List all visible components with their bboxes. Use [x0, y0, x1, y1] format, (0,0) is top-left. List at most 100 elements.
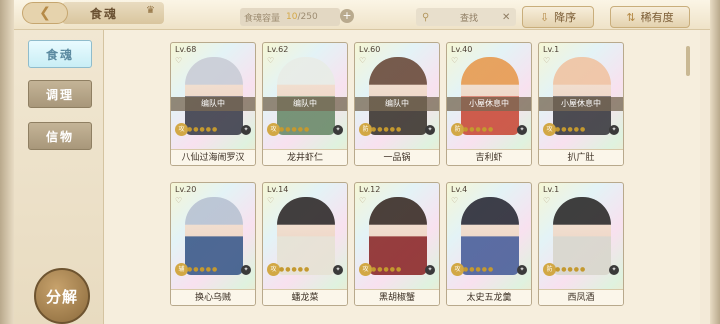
weapon-icon: ✦ — [609, 125, 619, 135]
star-rating: ●●●●● — [555, 126, 587, 133]
card-status: 小屋休息中 — [539, 97, 623, 111]
sidebar-item-label: 食魂 — [45, 47, 74, 62]
food-soul-card[interactable]: Lv.20 ♡ 辅 ●●●●● ✦ 换心乌贼 — [170, 182, 256, 306]
card-level: Lv.60 — [359, 45, 381, 54]
food-soul-card[interactable]: Lv.68 ♡ 编队中 攻 ●●●●● ✦ 八仙过海闹罗汉 — [170, 42, 256, 166]
weapon-icon: ✦ — [425, 125, 435, 135]
food-soul-card[interactable]: Lv.1 ♡ 小屋休息中 攻 ●●●●● ✦ 扒广肚 — [538, 42, 624, 166]
character-portrait — [553, 57, 611, 135]
character-portrait — [461, 197, 519, 275]
search-icon: ⚲ — [422, 11, 430, 23]
weapon-icon: ✦ — [609, 265, 619, 275]
heart-icon: ♡ — [175, 196, 183, 205]
card-level: Lv.68 — [175, 45, 197, 54]
card-level: Lv.12 — [359, 185, 381, 194]
heart-icon: ♡ — [543, 56, 551, 65]
character-portrait — [369, 197, 427, 275]
heart-icon: ♡ — [267, 196, 275, 205]
heart-icon: ♡ — [267, 56, 275, 65]
card-name: 八仙过海闹罗汉 — [171, 149, 255, 165]
card-name: 一品锅 — [355, 149, 439, 165]
card-name: 扒广肚 — [539, 149, 623, 165]
decompose-button[interactable]: 分解 — [34, 268, 90, 324]
star-rating: ●●●●● — [463, 266, 495, 273]
sort-order-button[interactable]: ⇩ 降序 — [522, 6, 594, 28]
character-portrait — [185, 197, 243, 275]
character-portrait — [277, 197, 335, 275]
back-arrow-icon: ❮ — [39, 5, 51, 21]
card-status: 编队中 — [171, 97, 255, 111]
star-rating: ●●●●● — [279, 266, 311, 273]
heart-icon: ♡ — [451, 56, 459, 65]
back-button[interactable]: ❮ — [22, 2, 68, 24]
search-placeholder: 查找 — [459, 13, 478, 24]
card-name: 龙井虾仁 — [263, 149, 347, 165]
capacity-max: /250 — [297, 12, 318, 22]
food-soul-card[interactable]: Lv.12 ♡ 攻 ●●●●● ✦ 黑胡椒蟹 — [354, 182, 440, 306]
capacity-display: 食魂容量 10 /250 + — [240, 8, 354, 26]
star-rating: ●●●●● — [279, 126, 311, 133]
decompose-label: 分解 — [45, 287, 78, 306]
sidebar: 食魂 调理 信物 分解 — [14, 30, 104, 324]
heart-icon: ♡ — [451, 196, 459, 205]
sort-rarity-button[interactable]: ⇅ 稀有度 — [610, 6, 690, 28]
food-soul-card[interactable]: Lv.62 ♡ 编队中 攻 ●●●●● ✦ 龙井虾仁 — [262, 42, 348, 166]
sidebar-item-tokens[interactable]: 信物 — [28, 122, 92, 150]
heart-icon: ♡ — [175, 56, 183, 65]
clear-icon[interactable]: ✕ — [502, 12, 516, 23]
card-name: 换心乌贼 — [171, 289, 255, 305]
swap-icon: ⇅ — [626, 10, 636, 24]
scrollbar[interactable] — [686, 46, 690, 76]
food-soul-card[interactable]: Lv.40 ♡ 小屋休息中 防 ●●●●● ✦ 吉利虾 — [446, 42, 532, 166]
left-frame — [0, 0, 14, 324]
search-input[interactable]: ⚲ 查找 ✕ — [416, 8, 516, 26]
card-name: 吉利虾 — [447, 149, 531, 165]
character-portrait — [461, 57, 519, 135]
crown-icon: ♛ — [146, 5, 155, 16]
star-rating: ●●●●● — [187, 266, 219, 273]
food-soul-card[interactable]: Lv.60 ♡ 编队中 防 ●●●●● ✦ 一品锅 — [354, 42, 440, 166]
sidebar-item-label: 调理 — [45, 87, 74, 102]
sort-order-label: 降序 — [554, 11, 577, 24]
character-portrait — [553, 197, 611, 275]
card-level: Lv.14 — [267, 185, 289, 194]
weapon-icon: ✦ — [425, 265, 435, 275]
character-portrait — [277, 57, 335, 135]
card-name: 黑胡椒蟹 — [355, 289, 439, 305]
heart-icon: ♡ — [359, 196, 367, 205]
card-level: Lv.1 — [543, 185, 560, 194]
weapon-icon: ✦ — [333, 125, 343, 135]
character-portrait — [369, 57, 427, 135]
heart-icon: ♡ — [543, 196, 551, 205]
sidebar-item-cooking[interactable]: 调理 — [28, 80, 92, 108]
card-name: 太史五龙羹 — [447, 289, 531, 305]
card-status: 编队中 — [355, 97, 439, 111]
right-frame — [710, 0, 720, 324]
star-rating: ●●●●● — [371, 266, 403, 273]
weapon-icon: ✦ — [241, 265, 251, 275]
food-soul-card[interactable]: Lv.4 ♡ 攻 ●●●●● ✦ 太史五龙羹 — [446, 182, 532, 306]
sort-icon: ⇩ — [539, 10, 550, 24]
card-level: Lv.40 — [451, 45, 473, 54]
card-name: 蟠龙菜 — [263, 289, 347, 305]
add-capacity-button[interactable]: + — [340, 9, 354, 23]
food-soul-card[interactable]: Lv.14 ♡ 攻 ●●●●● ✦ 蟠龙菜 — [262, 182, 348, 306]
sort-rarity-label: 稀有度 — [640, 11, 674, 24]
card-level: Lv.62 — [267, 45, 289, 54]
star-rating: ●●●●● — [187, 126, 219, 133]
sidebar-item-label: 信物 — [45, 129, 74, 144]
star-rating: ●●●●● — [555, 266, 587, 273]
weapon-icon: ✦ — [333, 265, 343, 275]
card-level: Lv.20 — [175, 185, 197, 194]
heart-icon: ♡ — [359, 56, 367, 65]
card-level: Lv.4 — [451, 185, 468, 194]
capacity-current: 10 — [286, 12, 298, 22]
card-status: 编队中 — [263, 97, 347, 111]
weapon-icon: ✦ — [517, 125, 527, 135]
card-status: 小屋休息中 — [447, 97, 531, 111]
capacity-label: 食魂容量 — [244, 13, 281, 24]
star-rating: ●●●●● — [463, 126, 495, 133]
food-soul-card[interactable]: Lv.1 ♡ 防 ●●●●● ✦ 西凤酒 — [538, 182, 624, 306]
sidebar-item-food-souls[interactable]: 食魂 — [28, 40, 92, 68]
weapon-icon: ✦ — [517, 265, 527, 275]
